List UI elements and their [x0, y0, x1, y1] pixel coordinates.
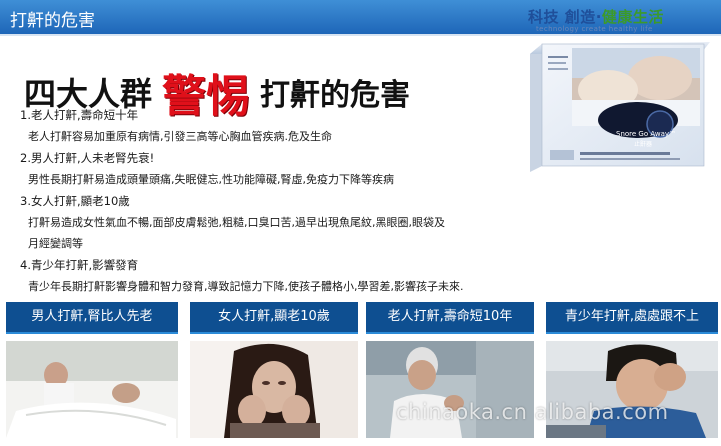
panel-label-women: 女人打鼾,顯老10歲	[190, 302, 358, 334]
section-elderly: 1.老人打鼾,壽命短十年 老人打鼾容易加重原有病情,引發三高等心胸血管疾病.危及…	[20, 104, 540, 147]
product-box-illustration: Snore Go Away™ 止鼾器	[530, 42, 710, 172]
panel-label-elderly: 老人打鼾,壽命短10年	[366, 302, 534, 334]
panel-label-men: 男人打鼾,腎比人先老	[6, 302, 178, 334]
section-men: 2.男人打鼾,人未老腎先衰! 男性長期打鼾易造成頭暈頭痛,失眠健忘,性功能障礙,…	[20, 147, 540, 190]
product-box-image: Snore Go Away™ 止鼾器	[520, 38, 716, 178]
section-women: 3.女人打鼾,顯老10歲 打鼾易造成女性氣血不暢,面部皮膚鬆弛,粗糙,口臭口苦,…	[20, 190, 540, 254]
section-title: 4.青少年打鼾,影響發育	[20, 258, 139, 272]
header-divider	[0, 34, 721, 36]
watermark-text: chinaoka.cn alibaba.com	[396, 400, 669, 424]
section-title: 2.男人打鼾,人未老腎先衰!	[20, 151, 155, 165]
brand-logo: 科技 創造·健康生活 technology create healthy lif…	[528, 6, 718, 33]
brand-green-text: 健康生活	[601, 8, 664, 26]
panel-label-teens: 青少年打鼾,處處跟不上	[546, 302, 718, 334]
section-text: 打鼾易造成女性氣血不暢,面部皮膚鬆弛,粗糙,口臭口苦,過早出現魚尾紋,黑眼圈,眼…	[28, 216, 445, 229]
header-bar: 打鼾的危害 科技 創造·健康生活 technology create healt…	[0, 0, 721, 34]
product-box-sublabel: 止鼾器	[634, 140, 652, 148]
page-title: 打鼾的危害	[10, 11, 95, 31]
section-title: 3.女人打鼾,顯老10歲	[20, 194, 130, 208]
brand-tagline: technology create healthy life	[536, 25, 653, 33]
section-teens: 4.青少年打鼾,影響發育 青少年長期打鼾影響身體和智力發育,導致記憶力下降,使孩…	[20, 254, 540, 297]
photo-tired-woman	[190, 341, 358, 438]
section-title: 1.老人打鼾,壽命短十年	[20, 108, 139, 122]
section-text: 男性長期打鼾易造成頭暈頭痛,失眠健忘,性功能障礙,腎虛,免疫力下降等疾病	[28, 173, 394, 186]
section-text: 青少年長期打鼾影響身體和智力發育,導致記憶力下降,使孩子體格小,學習差,影響孩子…	[28, 280, 464, 293]
product-box-label: Snore Go Away™	[616, 130, 676, 138]
section-text: 月經變調等	[28, 237, 83, 250]
photo-couple-in-bed	[6, 341, 178, 438]
section-text: 老人打鼾容易加重原有病情,引發三高等心胸血管疾病.危及生命	[28, 130, 332, 143]
hazard-list: 1.老人打鼾,壽命短十年 老人打鼾容易加重原有病情,引發三高等心胸血管疾病.危及…	[20, 104, 540, 297]
brand-main-text: 科技 創造·	[528, 8, 602, 26]
